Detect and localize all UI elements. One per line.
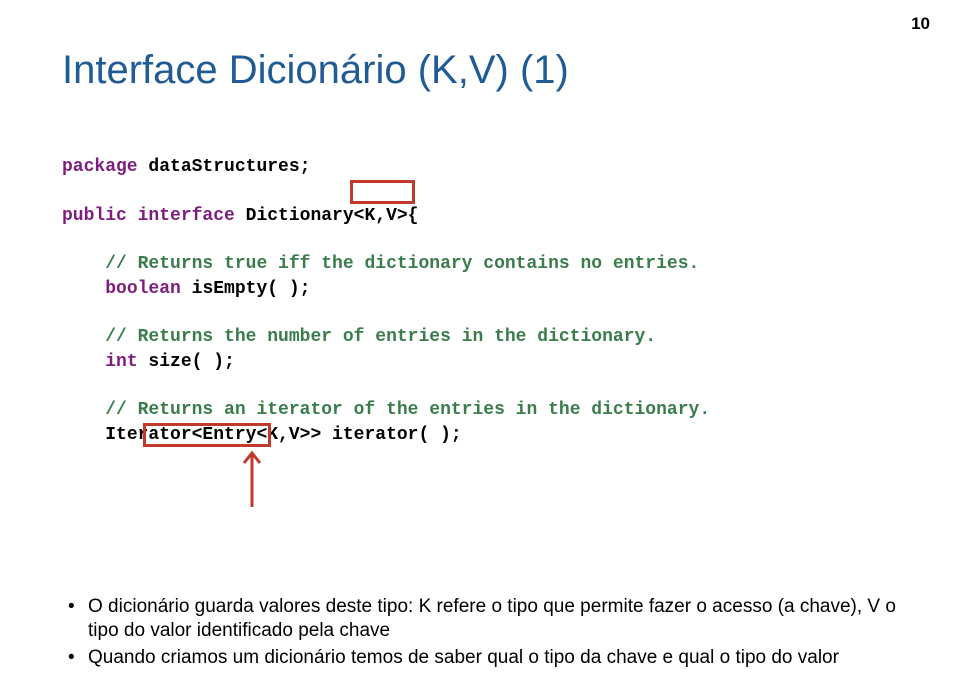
code-text: isEmpty( ); [181,279,311,299]
code-keyword: package [62,157,138,177]
code-text: size( ); [138,352,235,372]
code-block: package dataStructures; public interface… [62,131,898,520]
code-comment: // Returns an iterator of the entries in… [105,400,710,420]
code-keyword: public [62,206,127,226]
bullet-list: O dicionário guarda valores deste tipo: … [62,595,898,670]
page-number: 10 [911,14,930,34]
bullet-item: Quando criamos um dicionário temos de sa… [68,646,898,670]
code-comment: // Returns true iff the dictionary conta… [105,254,699,274]
code-keyword: interface [138,206,235,226]
arrow-icon [240,449,264,509]
code-text: dataStructures; [138,157,311,177]
bullet-item: O dicionário guarda valores deste tipo: … [68,595,898,643]
code-comment: // Returns the number of entries in the … [105,327,656,347]
highlight-box-generics [350,180,415,204]
code-keyword: int [105,352,137,372]
code-keyword: boolean [105,279,181,299]
code-text: Dictionary<K,V>{ [235,206,419,226]
code-text: Iterator<Entry<K,V>> iterator( ); [105,425,461,445]
slide-title: Interface Dicionário (K,V) (1) [62,48,898,93]
